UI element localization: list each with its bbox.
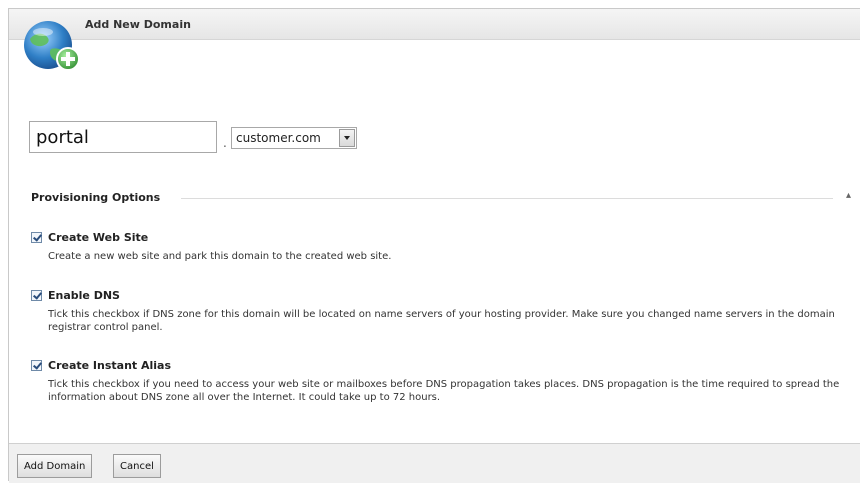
collapse-icon[interactable]: ▴ — [846, 190, 851, 201]
panel-header: Add New Domain — [9, 9, 860, 40]
cancel-button[interactable]: Cancel — [113, 454, 161, 478]
option-label[interactable]: Create Instant Alias — [48, 359, 171, 372]
option-label[interactable]: Enable DNS — [48, 289, 120, 302]
option-description: Create a new web site and park this doma… — [48, 251, 392, 262]
create-instant-alias-checkbox[interactable] — [31, 360, 42, 371]
page-title: Add New Domain — [85, 18, 191, 31]
enable-dns-checkbox[interactable] — [31, 290, 42, 301]
add-domain-panel: Add New Domain . customer.com — [8, 8, 860, 483]
domain-name-input[interactable] — [29, 121, 217, 153]
chevron-down-icon[interactable] — [339, 129, 355, 147]
panel-footer: Add Domain Cancel — [9, 443, 860, 483]
section-title: Provisioning Options — [31, 191, 169, 204]
section-divider — [181, 198, 833, 199]
option-label[interactable]: Create Web Site — [48, 231, 148, 244]
add-domain-button[interactable]: Add Domain — [17, 454, 93, 478]
provisioning-options-section: Provisioning Options ▴ — [31, 190, 851, 205]
domain-zone-value: customer.com — [236, 131, 321, 145]
domain-separator: . — [223, 136, 227, 150]
create-web-site-checkbox[interactable] — [31, 232, 42, 243]
globe-add-icon — [24, 21, 80, 71]
domain-zone-select[interactable]: customer.com — [231, 127, 357, 149]
option-description: Tick this checkbox if you need to access… — [48, 379, 840, 403]
option-description: Tick this checkbox if DNS zone for this … — [48, 309, 835, 333]
